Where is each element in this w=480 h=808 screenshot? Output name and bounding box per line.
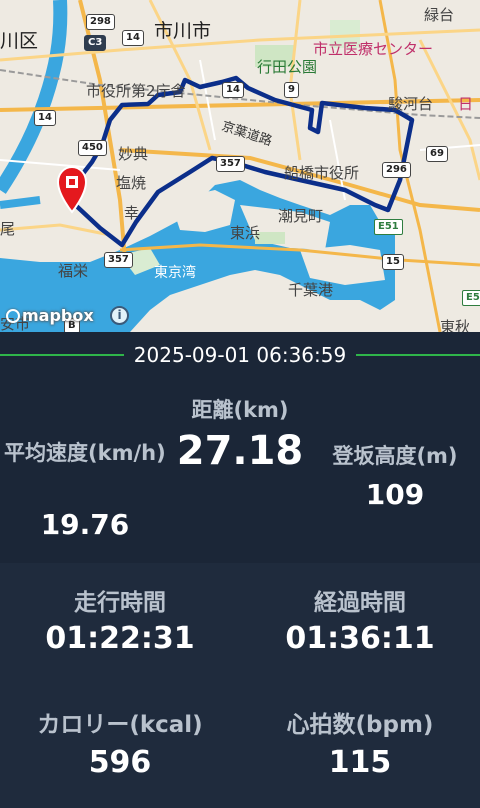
divider-right [356,354,480,356]
road-shield: 14 [222,82,244,98]
ride-time-value: 01:22:31 [45,621,195,656]
map-label-saiwai: 幸 [124,204,140,222]
map-label-ryokudai: 緑台 [424,6,455,24]
elevation-gain-label: 登坂高度(m) [332,444,458,468]
map-label-gyoda-park: 行田公園 [257,58,318,76]
highway-shield: E51 [374,219,403,235]
info-icon[interactable]: i [110,306,129,325]
location-pin-icon [56,165,88,214]
road-shield: 450 [78,140,107,156]
map-label-o: 尾 [0,220,16,238]
avg-speed-label: 平均速度(km/h) [4,441,166,465]
divider-left [0,354,124,356]
road-shield: 296 [382,162,411,178]
map-label-sekimo: 東秋 [440,318,471,333]
map-label-myoden: 妙典 [118,145,149,163]
road-shield: 15 [382,254,404,270]
avg-speed-value: 19.76 [40,508,130,541]
route-map[interactable]: 市川市 川区 緑台 市立医療センター 行田公園 市役所第2庁舎 京葉道路 駿河台… [0,0,480,332]
ride-datetime: 2025-09-01 06:36:59 [133,343,347,367]
elapsed-time-label: 経過時間 [314,590,406,616]
mapbox-logo[interactable]: mapbox [6,306,94,325]
heart-rate-value: 115 [328,745,392,780]
map-label-chiba-port: 千葉港 [288,281,334,299]
highway-shield: E5 [462,290,480,306]
road-shield: 14 [122,30,144,46]
land-block [170,190,235,232]
map-label-ward: 川区 [0,30,39,52]
road-shield: 9 [284,82,299,98]
map-label-fukuei: 福栄 [58,262,89,280]
road-shield: 14 [34,110,56,126]
mapbox-logo-icon [6,308,20,323]
calories-label: カロリー(kcal) [37,712,203,738]
secondary-stats-panel: 走行時間 01:22:31 経過時間 01:36:11 カロリー(kcal) 5… [0,563,480,808]
calories-value: 596 [88,745,152,780]
map-label-ichikawa: 市川市 [154,20,212,42]
road-shield: 69 [426,146,448,162]
map-label-surugadai: 駿河台 [388,95,434,113]
map-label-higashihama: 東浜 [230,224,261,242]
map-label-city-office-2: 市役所第2庁舎 [86,82,186,100]
map-label-shioyaki: 塩焼 [116,174,147,192]
map-label-funabashi-office: 船橋市役所 [284,164,360,182]
date-row: 2025-09-01 06:36:59 [0,332,480,378]
map-label-hi: 日 [458,95,474,113]
mapbox-wordmark: mapbox [22,306,94,325]
elapsed-time-value: 01:36:11 [285,621,435,656]
distance-label: 距離(km) [191,398,289,422]
road-shield: C3 [84,35,107,51]
primary-stats-panel: 距離(km) 27.18 平均速度(km/h) 19.76 登坂高度(m) 10… [0,378,480,563]
road-shield: 357 [104,252,133,268]
map-label-tokyo-bay: 東京湾 [154,265,196,281]
road-shield: 357 [216,156,245,172]
map-label-shiomicho: 潮見町 [278,207,324,225]
map-label-hospital: 市立医療センター [313,40,434,58]
road-shield: 298 [86,14,115,30]
ride-time-label: 走行時間 [74,590,166,616]
elevation-gain-value: 109 [365,478,425,511]
heart-rate-label: 心拍数(bpm) [286,712,434,738]
